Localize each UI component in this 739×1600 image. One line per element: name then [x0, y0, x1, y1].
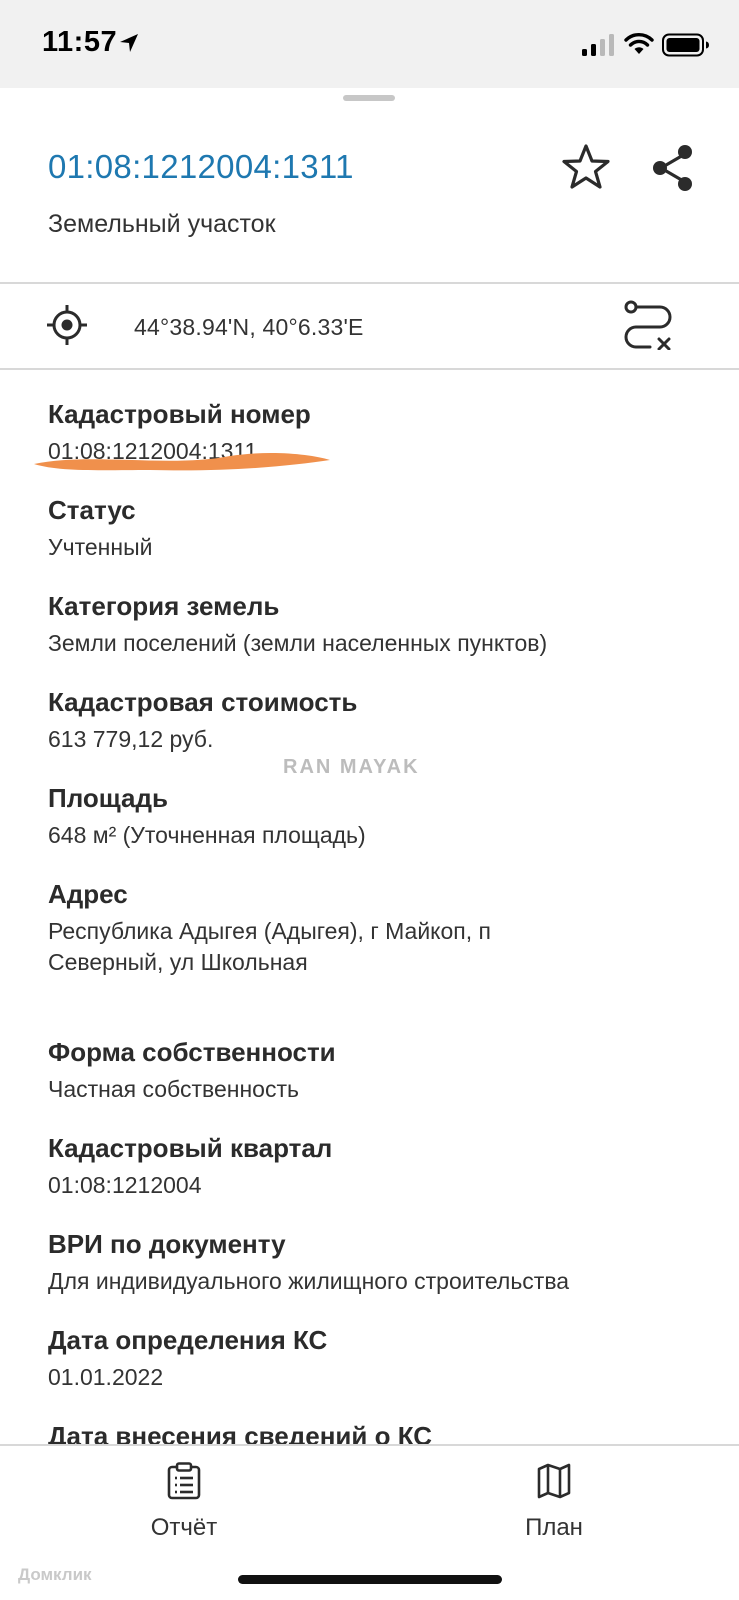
location-arrow-icon: [120, 34, 138, 52]
clipboard-icon: [167, 1462, 201, 1500]
field-label: Кадастровая стоимость: [48, 687, 358, 717]
field-cadastral-quarter: Кадастровый квартал 01:08:1212004: [48, 1132, 708, 1201]
field-ownership: Форма собственности Частная собственност…: [48, 1036, 708, 1105]
field-value: 648 м² (Уточненная площадь): [48, 822, 366, 848]
divider: [0, 368, 739, 370]
field-permitted-use: ВРИ по документу Для индивидуального жил…: [48, 1228, 708, 1297]
field-value: Частная собственность: [48, 1076, 299, 1102]
field-label: Форма собственности: [48, 1037, 336, 1067]
tab-label: План: [525, 1514, 583, 1541]
field-value: Для индивидуального жилищного строительс…: [48, 1268, 570, 1294]
status-bar: 11:57: [0, 0, 739, 88]
sheet-grabber[interactable]: [343, 95, 395, 101]
coordinates-text: 44°38.94'N, 40°6.33'E: [134, 314, 364, 340]
home-indicator[interactable]: [238, 1575, 502, 1584]
tab-label: Отчёт: [150, 1514, 218, 1541]
field-label: Кадастровый квартал: [48, 1133, 333, 1163]
field-value: 01.01.2022: [48, 1364, 164, 1390]
field-value: Земли поселений (земли населенных пункто…: [48, 630, 548, 656]
route-cancel-icon[interactable]: [622, 298, 674, 350]
crosshair-icon[interactable]: [46, 304, 88, 346]
page-title: 01:08:1212004:1311: [48, 148, 354, 185]
tab-plan[interactable]: План: [454, 1462, 654, 1542]
status-time: 11:57: [42, 26, 118, 58]
redaction-mark: [34, 453, 330, 471]
field-value: 01:08:1212004: [48, 1172, 202, 1198]
field-land-category: Категория земель Земли поселений (земли …: [48, 590, 708, 659]
field-cadastral-value: Кадастровая стоимость 613 779,12 руб.: [48, 686, 708, 755]
field-label: Категория земель: [48, 591, 280, 621]
field-valuation-date: Дата определения КС 01.01.2022: [48, 1324, 708, 1393]
brand-watermark: Домклик: [18, 1565, 92, 1584]
field-label: Статус: [48, 495, 136, 525]
field-label: Адрес: [48, 879, 128, 909]
field-value: Республика Адыгея (Адыгея), г Майкоп, п: [48, 918, 491, 944]
field-label: Площадь: [48, 783, 168, 813]
field-label: Дата определения КС: [48, 1325, 328, 1355]
wifi-icon: [624, 33, 654, 54]
coordinates-row: 44°38.94'N, 40°6.33'E: [0, 284, 739, 368]
field-value: Северный, ул Школьная: [48, 949, 308, 975]
map-icon: [537, 1463, 571, 1499]
cellular-signal-icon: [582, 34, 614, 56]
field-value: Учтенный: [48, 534, 153, 560]
share-icon[interactable]: [648, 142, 698, 194]
field-label: Кадастровый номер: [48, 399, 311, 429]
watermark: RAN MAYAK: [283, 756, 420, 778]
star-icon[interactable]: [560, 142, 612, 194]
page-subtitle: Земельный участок: [48, 210, 276, 238]
field-label: ВРИ по документу: [48, 1229, 286, 1259]
tab-report[interactable]: Отчёт: [84, 1462, 284, 1542]
field-value: 613 779,12 руб.: [48, 726, 214, 752]
field-area: Площадь 648 м² (Уточненная площадь): [48, 782, 708, 851]
battery-icon: [662, 33, 709, 57]
field-address: Адрес Республика Адыгея (Адыгея), г Майк…: [48, 878, 708, 978]
field-status: Статус Учтенный: [48, 494, 708, 563]
